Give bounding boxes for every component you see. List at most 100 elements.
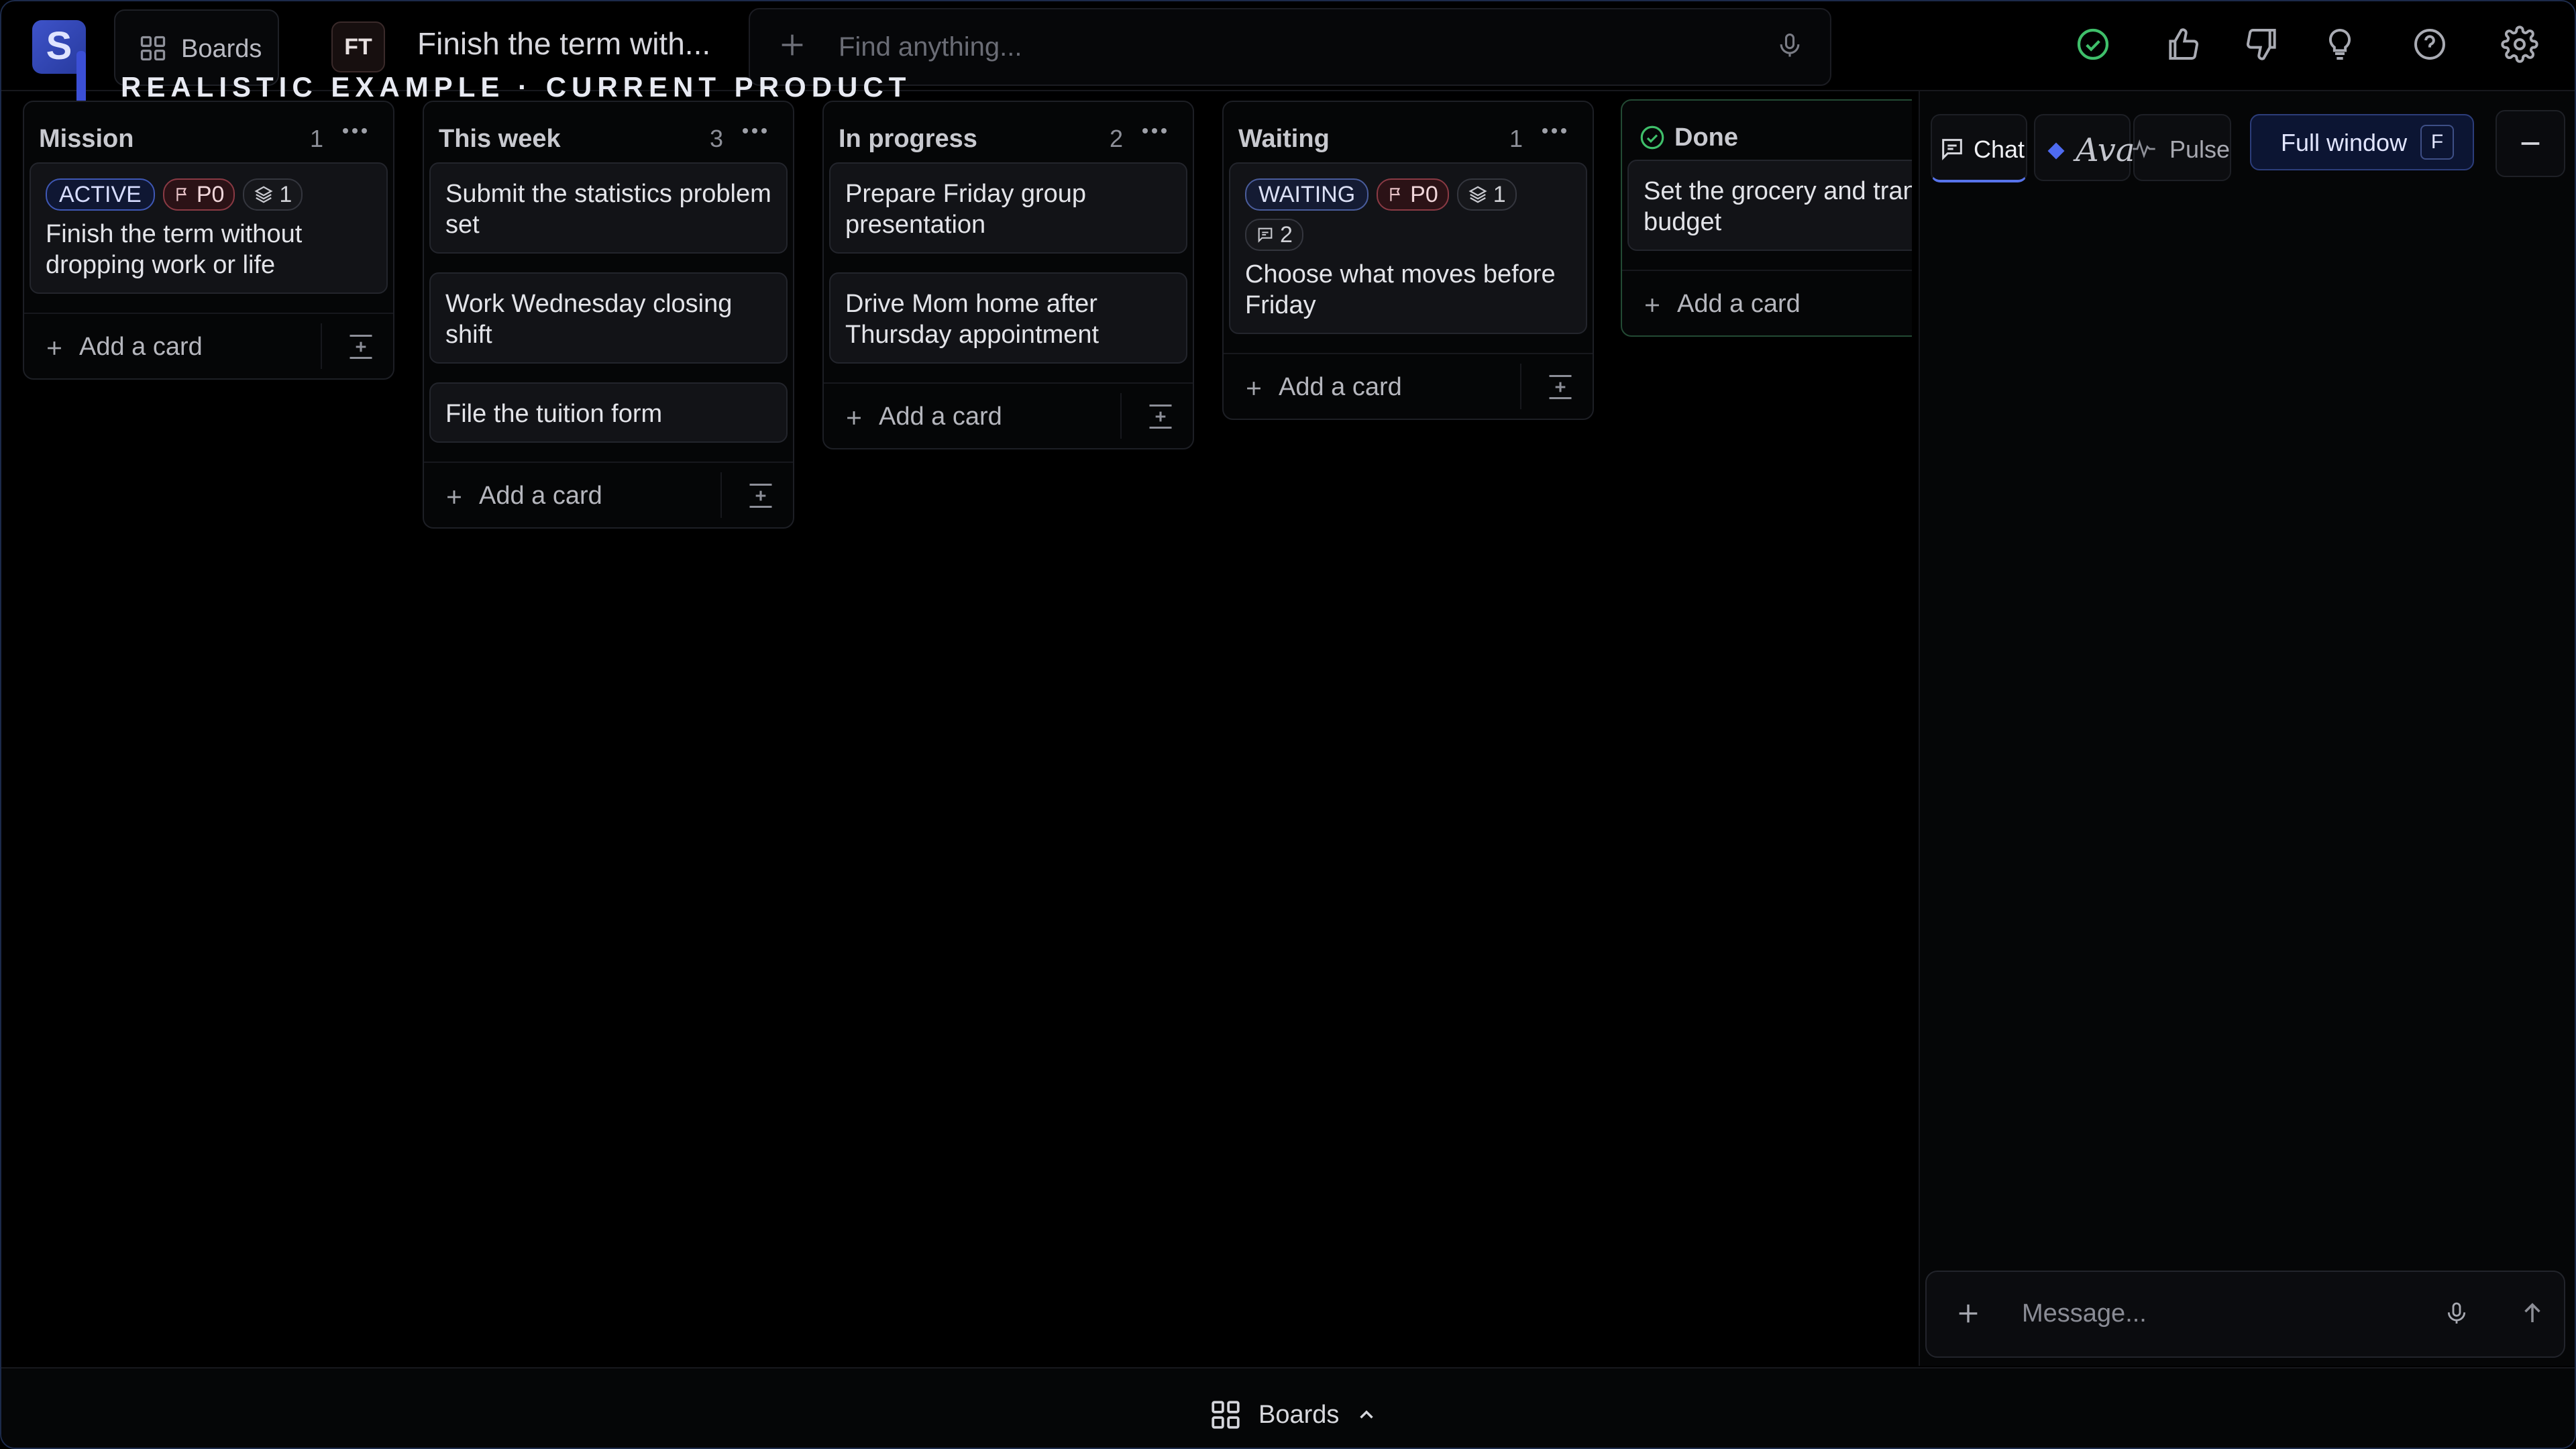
plus-icon[interactable] xyxy=(1955,1300,1982,1327)
column-title[interactable]: In progress xyxy=(839,125,977,154)
bottom-bar: Boards xyxy=(1,1367,2575,1448)
card-title: Prepare Friday group presentation xyxy=(845,180,1087,239)
column-header: This week 3 xyxy=(424,102,793,162)
layers-icon xyxy=(1468,186,1487,203)
bottom-boards-button[interactable]: Boards xyxy=(1209,1398,1378,1432)
status-badge: ACTIVE xyxy=(46,178,155,211)
column-title[interactable]: Done xyxy=(1674,123,1738,152)
board-title[interactable]: Finish the term with... xyxy=(417,25,710,62)
add-card-compact-icon[interactable] xyxy=(746,480,775,511)
add-card-button[interactable]: Add a card xyxy=(879,402,1002,431)
diamond-icon xyxy=(2047,142,2065,160)
card[interactable]: File the tuition form xyxy=(429,382,788,443)
thumbs-down-icon[interactable] xyxy=(2243,25,2284,66)
tab-label: Chat xyxy=(1974,136,2025,163)
tab-pulse[interactable]: Pulse xyxy=(2133,114,2231,181)
minimize-button[interactable] xyxy=(2496,110,2565,177)
priority-badge: P0 xyxy=(162,178,235,211)
card-title: Work Wednesday closing shift xyxy=(445,290,733,349)
column-header: Mission 1 xyxy=(24,102,393,162)
add-card-button[interactable]: Add a card xyxy=(1279,373,1402,402)
plus-icon[interactable] xyxy=(777,30,808,60)
tab-label: Pulse xyxy=(2169,136,2231,163)
bottom-boards-label: Boards xyxy=(1258,1400,1340,1429)
column-waiting: Waiting 1 WAITING P0 1 2 Choose what mov… xyxy=(1222,101,1594,420)
full-window-button[interactable]: Full window F xyxy=(2250,114,2474,170)
card[interactable]: Submit the statistics problem set xyxy=(429,162,788,254)
kanban-board: Mission 1 ACTIVE P0 1 Finish the term wi… xyxy=(1,91,1912,1366)
add-card-compact-icon[interactable] xyxy=(346,331,376,362)
more-options-icon[interactable] xyxy=(1542,126,1567,136)
flag-icon xyxy=(176,188,186,201)
column-count: 1 xyxy=(309,125,323,152)
help-icon[interactable] xyxy=(2411,25,2451,66)
board-badge[interactable]: FT xyxy=(331,21,385,72)
divider xyxy=(321,323,322,369)
subtask-count: 1 xyxy=(279,182,292,207)
add-card-compact-icon[interactable] xyxy=(1146,401,1175,432)
more-options-icon[interactable] xyxy=(742,126,767,136)
column-in-progress: In progress 2 Prepare Friday group prese… xyxy=(822,101,1194,449)
minus-icon xyxy=(2521,142,2540,145)
tab-ava[interactable]: Ava xyxy=(2034,114,2135,181)
grid-icon xyxy=(1212,1401,1240,1429)
lightbulb-icon[interactable] xyxy=(2321,25,2361,66)
column-header: Waiting 1 xyxy=(1224,102,1593,162)
full-window-label: Full window xyxy=(2281,129,2408,156)
column-count: 2 xyxy=(1109,125,1123,152)
plus-icon[interactable] xyxy=(1641,294,1664,317)
column-this-week: This week 3 Submit the statistics proble… xyxy=(423,101,794,529)
column-count: 3 xyxy=(709,125,723,152)
microphone-icon[interactable] xyxy=(2443,1299,2470,1328)
card[interactable]: ACTIVE P0 1 Finish the term without drop… xyxy=(30,162,388,294)
plus-icon[interactable] xyxy=(1242,377,1265,400)
column-header: In progress 2 xyxy=(824,102,1193,162)
card[interactable]: Set the grocery and transit budget xyxy=(1627,160,1912,251)
plus-icon[interactable] xyxy=(843,407,865,429)
column-title[interactable]: This week xyxy=(439,125,561,154)
column-title[interactable]: Mission xyxy=(39,125,133,154)
layers-icon xyxy=(254,186,273,203)
priority-label: P0 xyxy=(1410,182,1438,207)
card[interactable]: Drive Mom home after Thursday appointmen… xyxy=(829,272,1187,364)
pulse-icon xyxy=(2133,139,2155,158)
more-options-icon[interactable] xyxy=(1142,126,1167,136)
boards-button-label: Boards xyxy=(181,35,262,63)
plus-icon[interactable] xyxy=(443,486,466,508)
card-title: Choose what moves before Friday xyxy=(1245,260,1556,319)
app-window: S Boards FT Finish the term with... Find… xyxy=(0,0,2576,1449)
column-mission: Mission 1 ACTIVE P0 1 Finish the term wi… xyxy=(23,101,394,380)
thumbs-up-icon[interactable] xyxy=(2164,25,2204,66)
flag-icon xyxy=(1390,188,1401,201)
column-title[interactable]: Waiting xyxy=(1238,125,1330,154)
status-badge: WAITING xyxy=(1245,178,1369,211)
card[interactable]: Work Wednesday closing shift xyxy=(429,272,788,364)
column-done: Done 1 Set the grocery and transit budge… xyxy=(1621,99,1912,337)
add-card-row: Add a card xyxy=(24,313,393,378)
check-circle-icon[interactable] xyxy=(2074,25,2114,66)
card-title: Set the grocery and transit budget xyxy=(1644,177,1912,236)
add-card-button[interactable]: Add a card xyxy=(1677,290,1801,319)
settings-icon[interactable] xyxy=(2501,25,2541,66)
send-arrow-icon[interactable] xyxy=(2518,1299,2546,1327)
more-options-icon[interactable] xyxy=(342,126,368,136)
card[interactable]: WAITING P0 1 2 Choose what moves before … xyxy=(1229,162,1587,334)
microphone-icon[interactable] xyxy=(1775,30,1805,62)
tab-chat[interactable]: Chat xyxy=(1931,114,2027,182)
add-card-compact-icon[interactable] xyxy=(1546,372,1575,402)
card[interactable]: Prepare Friday group presentation xyxy=(829,162,1187,254)
add-card-button[interactable]: Add a card xyxy=(479,482,602,511)
plus-icon[interactable] xyxy=(43,337,66,360)
card-title: File the tuition form xyxy=(445,400,663,428)
search-input[interactable] xyxy=(837,25,1712,68)
comment-count: 2 xyxy=(1280,222,1293,248)
message-input[interactable] xyxy=(2021,1292,2439,1335)
add-card-row: Add a card xyxy=(1622,270,1912,335)
grid-icon xyxy=(138,34,168,63)
shortcut-key: F xyxy=(2420,125,2454,160)
add-card-button[interactable]: Add a card xyxy=(79,333,203,362)
chat-icon xyxy=(1942,139,1962,160)
divider xyxy=(1120,393,1122,439)
add-card-row: Add a card xyxy=(1224,353,1593,419)
subtask-count: 1 xyxy=(1493,182,1506,207)
